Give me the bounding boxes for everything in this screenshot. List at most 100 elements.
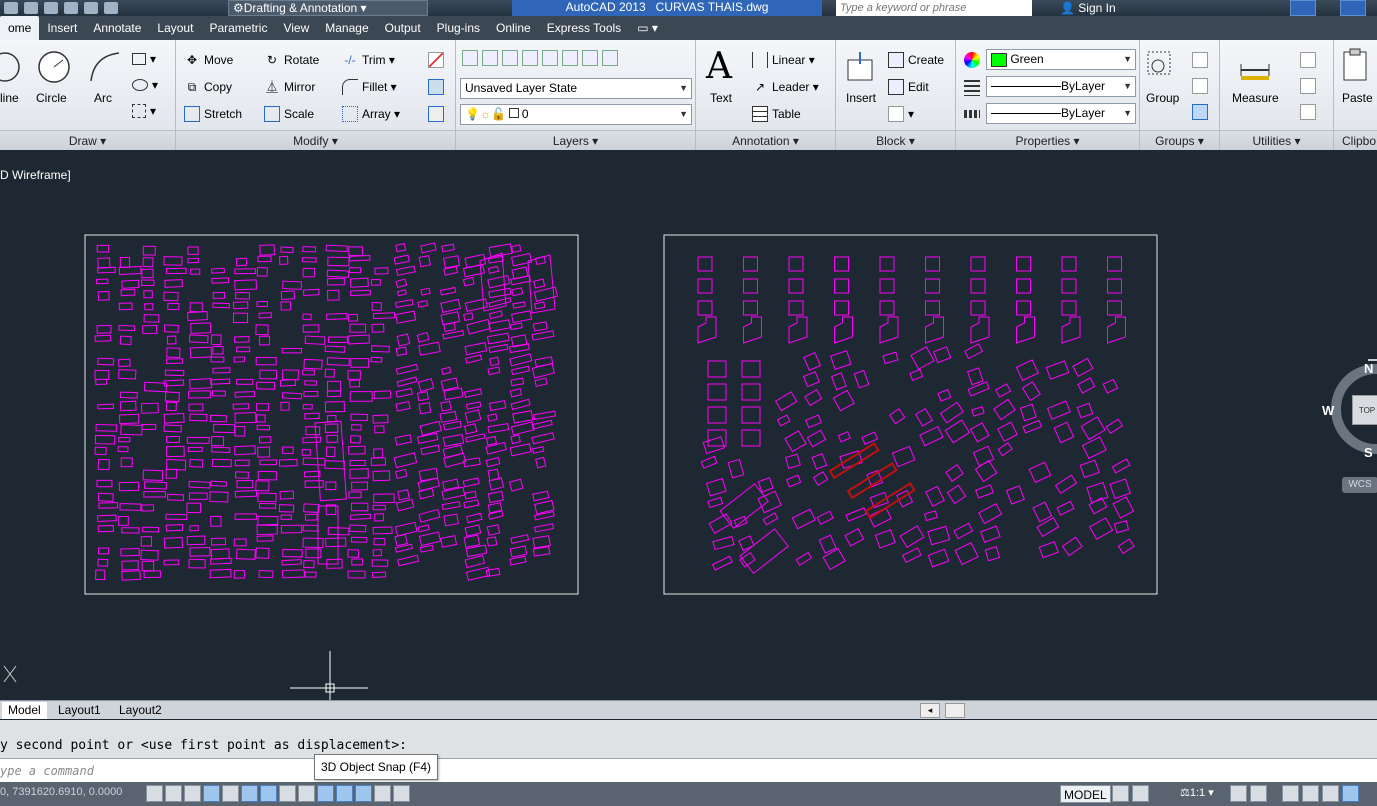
tab-output[interactable]: Output [377, 16, 429, 40]
offset-icon[interactable] [428, 106, 444, 122]
layer-match-icon[interactable] [542, 50, 558, 66]
annotation-panel-title[interactable]: Annotation ▾ [696, 130, 835, 150]
polyline-icon[interactable] [0, 50, 22, 84]
create-block-button[interactable]: Create [888, 52, 944, 68]
tab-ome[interactable]: ome [0, 16, 40, 40]
viewcube-west[interactable]: W [1322, 403, 1334, 418]
clipboard-panel-title[interactable]: Clipbo [1334, 130, 1377, 150]
plot-icon[interactable] [64, 2, 78, 14]
tab-parametric[interactable]: Parametric [201, 16, 275, 40]
group-edit-icon[interactable] [1192, 78, 1208, 94]
layer-off-icon[interactable] [502, 50, 518, 66]
save-icon[interactable] [24, 2, 38, 14]
layer-state-dropdown[interactable]: Unsaved Layer State ▼ [460, 78, 692, 99]
layer-freeze-icon[interactable] [522, 50, 538, 66]
infer-constraints-icon[interactable] [146, 785, 163, 802]
horizontal-scrollbar[interactable] [945, 703, 965, 718]
object-snap-tracking-icon[interactable] [279, 785, 296, 802]
dynamic-ucs-icon[interactable] [298, 785, 315, 802]
drawing-viewport[interactable]: N W S TOP WCS [0, 161, 1377, 701]
layer-properties-icon[interactable] [462, 50, 478, 66]
color-dropdown[interactable]: Green ▼ [986, 49, 1136, 70]
mirror-button[interactable]: ⏅ Mirror [264, 79, 315, 95]
viewcube-south[interactable]: S [1364, 445, 1373, 460]
wcs-menu[interactable]: WCS [1342, 477, 1377, 493]
scroll-left-icon[interactable]: ◂ [920, 703, 940, 718]
tab-insert[interactable]: Insert [39, 16, 85, 40]
viewcube[interactable]: N W S TOP WCS [1320, 359, 1377, 493]
annotation-scale[interactable]: ⚖1:1 ▾ [1180, 786, 1214, 799]
paste-icon[interactable] [1340, 48, 1374, 82]
workspace-dropdown[interactable]: ⚙Drafting & Annotation ▾ [228, 0, 428, 16]
scale-button[interactable]: Scale [264, 106, 314, 122]
quick-properties-icon[interactable] [374, 785, 391, 802]
snap-mode-icon[interactable] [165, 785, 182, 802]
selection-cycling-icon[interactable] [393, 785, 410, 802]
tab-annotate[interactable]: Annotate [85, 16, 149, 40]
fillet-button[interactable]: Fillet ▾ [342, 79, 397, 95]
hatch-icon[interactable]: ▾ [132, 78, 158, 92]
viewcube-top-face[interactable]: TOP [1352, 395, 1377, 425]
quick-select-icon[interactable] [1300, 52, 1316, 68]
layer-walk-icon[interactable] [582, 50, 598, 66]
open-icon[interactable] [4, 2, 18, 14]
minimize-button[interactable] [1340, 0, 1366, 16]
help-icon[interactable] [1290, 0, 1316, 16]
ortho-mode-icon[interactable] [203, 785, 220, 802]
annotation-visibility-icon[interactable] [1230, 785, 1247, 802]
undo-icon[interactable] [84, 2, 98, 14]
tab-view[interactable]: View [275, 16, 317, 40]
move-button[interactable]: ✥ Move [184, 52, 233, 68]
circle-icon[interactable] [37, 50, 71, 84]
layers-panel-title[interactable]: Layers ▾ [456, 130, 695, 150]
edit-block-button[interactable]: Edit [888, 79, 929, 95]
block-panel-title[interactable]: Block ▾ [836, 130, 955, 150]
group-selection-icon[interactable] [1192, 104, 1208, 120]
linetype-dropdown[interactable]: ByLayer ▼ [986, 103, 1136, 124]
tab-layout[interactable]: Layout [149, 16, 201, 40]
lineweight-dropdown[interactable]: ByLayer ▼ [986, 76, 1136, 97]
grid-display-icon[interactable] [184, 785, 201, 802]
object-snap-icon[interactable] [241, 785, 258, 802]
coordinate-readout[interactable]: 0, 7391620.6910, 0.0000 [0, 786, 122, 798]
stretch-button[interactable]: Stretch [184, 106, 242, 122]
insert-block-icon[interactable] [844, 50, 878, 84]
measure-icon[interactable] [1238, 50, 1272, 84]
layer-isolate-icon[interactable] [482, 50, 498, 66]
viewport-controls-label[interactable]: D Wireframe] [0, 168, 71, 182]
isolate-objects-icon[interactable] [1342, 785, 1359, 802]
auto-scale-icon[interactable] [1250, 785, 1267, 802]
polar-tracking-icon[interactable] [222, 785, 239, 802]
tab-manage[interactable]: Manage [317, 16, 376, 40]
arc-icon[interactable] [88, 50, 122, 84]
quick-view-drawings-icon[interactable] [1132, 785, 1149, 802]
tab-plug-ins[interactable]: Plug-ins [429, 16, 488, 40]
rectangle-icon[interactable]: ▾ [132, 52, 156, 66]
linear-dimension-button[interactable]: Linear ▾ [752, 52, 815, 68]
properties-panel-title[interactable]: Properties ▾ [956, 130, 1139, 150]
tab-online[interactable]: Online [488, 16, 539, 40]
tab-layout1[interactable]: Layout1 [52, 702, 107, 719]
quick-view-layouts-icon[interactable] [1112, 785, 1129, 802]
layer-previous-icon[interactable] [562, 50, 578, 66]
tab-express-tools[interactable]: Express Tools [539, 16, 629, 40]
redo-icon[interactable] [104, 2, 118, 14]
ribbon-minimize-icon[interactable]: ▭ ▾ [629, 16, 666, 40]
match-properties-icon[interactable] [964, 52, 980, 68]
layer-dropdown[interactable]: 💡☼🔓 0 ▼ [460, 104, 692, 125]
transparency-icon[interactable] [355, 785, 372, 802]
ungroup-icon[interactable] [1192, 52, 1208, 68]
copy-button[interactable]: ⧉ Copy [184, 79, 232, 95]
model-space-toggle[interactable]: MODEL [1060, 785, 1111, 803]
array-button[interactable]: Array ▾ [342, 106, 400, 122]
groups-panel-title[interactable]: Groups ▾ [1140, 130, 1219, 150]
help-search-input[interactable] [836, 0, 1032, 16]
layer-lock-icon[interactable] [602, 50, 618, 66]
lock-ui-icon[interactable] [1302, 785, 1319, 802]
group-icon[interactable] [1144, 48, 1178, 82]
viewcube-north[interactable]: N [1364, 361, 1373, 376]
lineweight-icon[interactable] [336, 785, 353, 802]
table-button[interactable]: Table [752, 106, 801, 122]
text-icon[interactable]: A [706, 46, 732, 87]
leader-button[interactable]: ↗ Leader ▾ [752, 79, 819, 95]
